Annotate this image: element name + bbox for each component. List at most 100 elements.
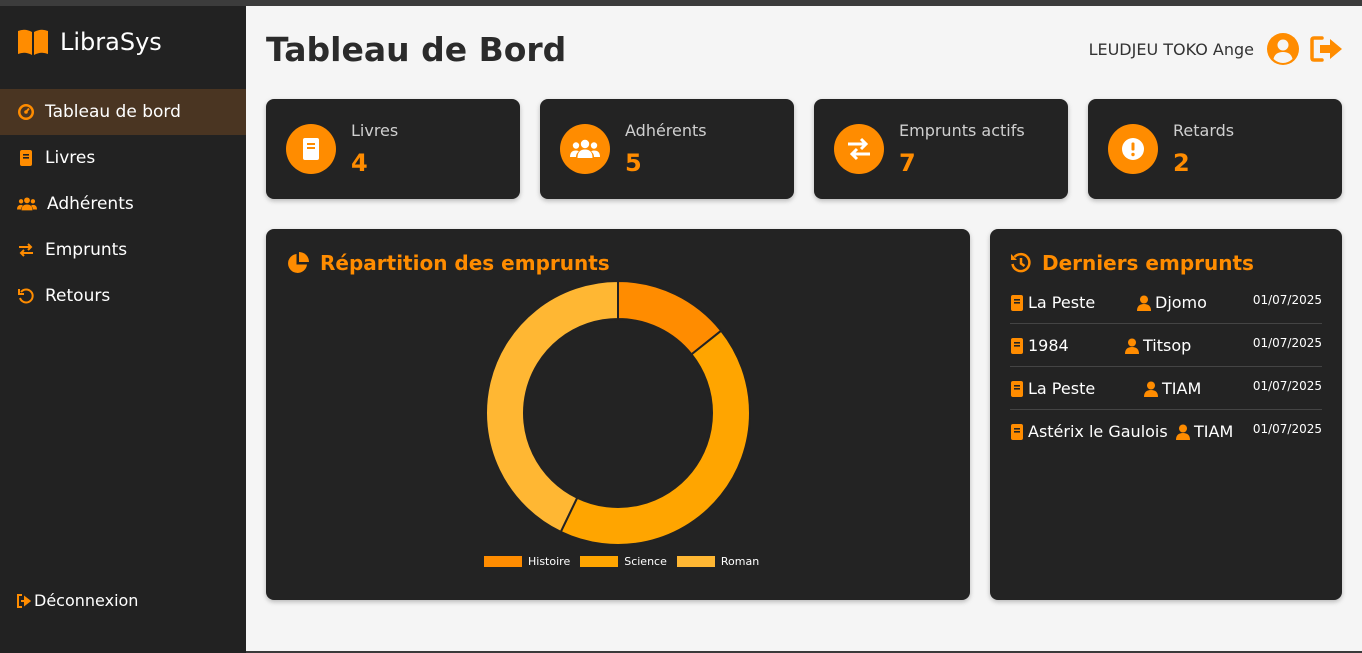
sidebar-item-livres[interactable]: Livres	[0, 135, 246, 181]
sidebar-item-adherents[interactable]: Adhérents	[0, 181, 246, 227]
loan-book-title: La Peste	[1028, 293, 1096, 312]
loan-date: 01/07/2025	[1252, 293, 1322, 307]
loan-book-title: Astérix le Gaulois	[1028, 422, 1168, 441]
stat-value: 5	[625, 149, 642, 177]
stat-label: Retards	[1173, 121, 1235, 140]
loan-user-name: Titsop	[1143, 336, 1192, 355]
loan-user: Titsop	[1125, 336, 1191, 355]
stat-value: 7	[899, 149, 916, 177]
sidebar-item-dashboard[interactable]: Tableau de bord	[0, 89, 246, 135]
legend-swatch	[676, 556, 715, 567]
stat-value: 4	[351, 149, 368, 177]
legend-item[interactable]: Science	[580, 555, 667, 568]
stat-card-adherents[interactable]: Adhérents 5	[540, 99, 794, 199]
donut-chart	[485, 279, 751, 546]
exchange-icon	[848, 137, 870, 161]
book-icon	[1011, 337, 1023, 354]
page-title: Tableau de Bord	[266, 30, 567, 69]
loan-book: La Peste	[1010, 293, 1095, 312]
users-icon	[570, 139, 600, 158]
user-icon	[1137, 295, 1151, 311]
alert-icon	[1122, 138, 1144, 160]
chart-legend: Histoire Science Roman	[484, 555, 759, 568]
legend-swatch	[580, 556, 619, 567]
user-icon	[1176, 424, 1190, 440]
loan-user-name: TIAM	[1194, 422, 1234, 441]
stat-icon-circle	[1108, 124, 1158, 174]
brand[interactable]: LibraSys	[16, 28, 162, 56]
legend-label: Roman	[720, 555, 760, 568]
legend-item[interactable]: Histoire	[484, 555, 570, 568]
loan-row[interactable]: 1984 Titsop 01/07/2025	[1010, 324, 1322, 367]
loans-panel-title: Derniers emprunts	[1010, 251, 1254, 275]
user-box: LEUDJEU TOKO Ange	[1089, 32, 1344, 66]
loan-row[interactable]: La Peste Djomo 01/07/2025	[1010, 281, 1322, 324]
loan-book: Astérix le Gaulois	[1010, 422, 1168, 441]
stat-label: Emprunts actifs	[899, 121, 1025, 140]
sidebar-logout-link[interactable]: Déconnexion	[16, 591, 138, 610]
dashboard-icon	[18, 104, 34, 120]
sidebar-item-emprunts[interactable]: Emprunts	[0, 227, 246, 273]
legend-item[interactable]: Roman	[676, 555, 760, 568]
stat-icon-circle	[834, 124, 884, 174]
logout-icon[interactable]	[1310, 35, 1344, 63]
sidebar-item-label: Retours	[45, 286, 111, 306]
loan-user-name: Djomo	[1155, 293, 1207, 312]
donut-slice-science[interactable]	[559, 329, 751, 546]
book-icon	[1011, 380, 1023, 397]
stat-card-retards[interactable]: Retards 2	[1088, 99, 1342, 199]
sidebar-item-label: Emprunts	[45, 240, 128, 260]
legend-label: Science	[624, 555, 667, 568]
exchange-icon	[19, 243, 33, 257]
open-book-icon	[18, 29, 48, 55]
loan-user-name: TIAM	[1162, 379, 1202, 398]
loan-book-title: La Peste	[1028, 379, 1096, 398]
loan-user: TIAM	[1144, 379, 1201, 398]
book-icon	[303, 138, 319, 160]
loan-row[interactable]: La Peste TIAM 01/07/2025	[1010, 367, 1322, 410]
legend-label: Histoire	[528, 555, 571, 568]
legend-swatch	[484, 556, 522, 567]
loan-row[interactable]: Astérix le Gaulois TIAM 01/07/2025	[1010, 410, 1322, 453]
loan-user: TIAM	[1176, 422, 1233, 441]
loan-date: 01/07/2025	[1252, 379, 1322, 393]
sign-out-icon	[17, 593, 32, 608]
book-icon	[20, 150, 32, 166]
loan-book: La Peste	[1010, 379, 1095, 398]
stat-card-emprunts-actifs[interactable]: Emprunts actifs 7	[814, 99, 1068, 199]
app-name: LibraSys	[60, 28, 162, 56]
chart-panel: Répartition des emprunts Histoire Scienc…	[266, 229, 970, 600]
user-avatar-icon[interactable]	[1266, 32, 1300, 66]
sidebar-nav: Tableau de bord Livres Adhérents Emprunt…	[0, 89, 246, 319]
loan-date: 01/07/2025	[1252, 336, 1322, 350]
sidebar-item-label: Adhérents	[47, 194, 134, 214]
sidebar-item-retours[interactable]: Retours	[0, 273, 246, 319]
sidebar-item-label: Livres	[45, 148, 96, 168]
user-icon	[1144, 381, 1158, 397]
stat-icon-circle	[560, 124, 610, 174]
loan-user: Djomo	[1137, 293, 1207, 312]
sidebar: LibraSys Tableau de bord Livres Adhérent…	[0, 6, 246, 653]
logout-label: Déconnexion	[34, 591, 139, 610]
main-content: Tableau de Bord LEUDJEU TOKO Ange Livres…	[246, 6, 1362, 651]
stat-card-livres[interactable]: Livres 4	[266, 99, 520, 199]
recent-loans-panel: Derniers emprunts La Peste Djomo 01/07/2…	[990, 229, 1342, 600]
user-name: LEUDJEU TOKO Ange	[1088, 39, 1254, 59]
loans-title: Derniers emprunts	[1042, 251, 1254, 275]
loan-book-title: 1984	[1028, 336, 1069, 355]
history-icon	[1011, 252, 1031, 273]
loan-date: 01/07/2025	[1252, 422, 1322, 436]
user-icon	[1125, 338, 1139, 354]
sidebar-item-label: Tableau de bord	[45, 102, 181, 122]
loans-list: La Peste Djomo 01/07/2025 1984 Titsop 01…	[1010, 281, 1322, 453]
book-icon	[1011, 423, 1023, 440]
stat-label: Livres	[351, 121, 399, 140]
stat-value: 2	[1173, 149, 1190, 177]
undo-icon	[18, 288, 34, 304]
stat-icon-circle	[286, 124, 336, 174]
loan-book: 1984	[1010, 336, 1069, 355]
stat-label: Adhérents	[625, 121, 707, 140]
book-icon	[1011, 294, 1023, 311]
donut-slice-roman[interactable]	[485, 279, 619, 534]
users-icon	[17, 197, 37, 211]
